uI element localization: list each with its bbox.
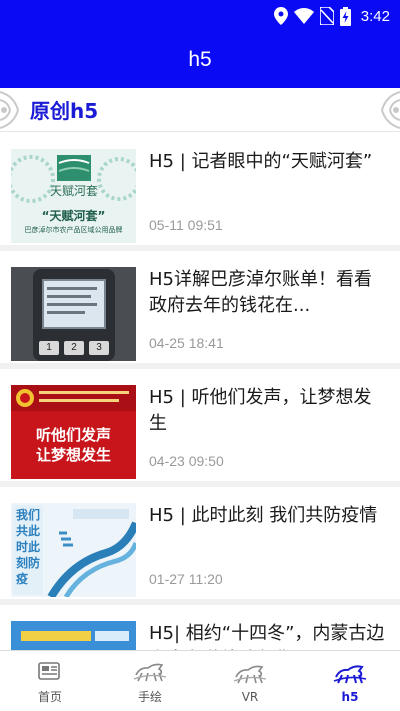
nav-vr[interactable]: VR xyxy=(200,651,300,711)
horse-icon xyxy=(332,659,368,687)
horse-icon xyxy=(132,657,168,685)
article-item[interactable]: 我们共此时此刻防疫 H5 | 此时此刻 我们共防疫情 01-27 11:20 xyxy=(0,487,400,599)
keypad-key: 2 xyxy=(64,341,84,355)
nav-home[interactable]: 首页 xyxy=(0,651,100,711)
nav-handdrawn[interactable]: 手绘 xyxy=(100,651,200,711)
section-title: 原创h5 xyxy=(30,99,99,123)
thumbnail-caption: 巴彦淖尔市农产品区域公用品牌 xyxy=(24,226,123,234)
keypad-key: 3 xyxy=(89,341,109,355)
ornament-right-icon xyxy=(380,91,400,129)
nav-label: h5 xyxy=(341,689,359,704)
article-date: 04-25 18:41 xyxy=(149,335,224,351)
nav-h5[interactable]: h5 xyxy=(300,651,400,711)
article-item[interactable]: H5| 相约“十四冬”，内蒙古边上多条游线路但你... xyxy=(0,605,400,650)
nav-label: 手绘 xyxy=(137,690,162,704)
section-header: 原创h5 xyxy=(0,88,400,132)
article-thumbnail: 听他们发声 让梦想发生 xyxy=(11,385,136,479)
article-thumbnail: 我们共此时此刻防疫 xyxy=(11,503,136,597)
no-sim-icon xyxy=(319,7,334,25)
article-title: H5详解巴彦淖尔账单！看看政府去年的钱花在... xyxy=(149,269,372,316)
ornament-left-icon xyxy=(0,91,20,129)
article-title: H5| 相约“十四冬”，内蒙古边上多条游线路但你... xyxy=(149,623,385,650)
article-item[interactable]: 1 2 3 H5详解巴彦淖尔账单！看看政府去年的钱花在... 04-25 18:… xyxy=(0,251,400,363)
article-date: 01-27 11:20 xyxy=(149,571,223,587)
svg-text:天赋河套: 天赋河套 xyxy=(50,184,98,198)
location-icon xyxy=(273,7,288,25)
wifi-icon xyxy=(293,8,314,24)
status-bar: 3:42 xyxy=(0,0,400,32)
article-title: H5 | 记者眼中的“天赋河套” xyxy=(149,151,373,172)
bottom-navigation: 首页 手绘 VR h5 xyxy=(0,650,400,711)
app-bar-title: h5 xyxy=(188,48,212,71)
article-list: 天赋河套 “天赋河套” 巴彦淖尔市农产品区域公用品牌 H5 | 记者眼中的“天赋… xyxy=(0,133,400,650)
article-thumbnail: 1 2 3 xyxy=(11,267,136,361)
article-date: 05-11 09:51 xyxy=(149,217,223,233)
thumbnail-text: “天赋河套” xyxy=(41,209,106,223)
thumbnail-text: 我们共此时此刻防疫 xyxy=(16,508,41,586)
emblem-icon xyxy=(16,389,34,407)
article-thumbnail xyxy=(11,621,136,650)
nav-label: 首页 xyxy=(37,690,62,704)
news-icon xyxy=(38,657,62,685)
keypad-key: 1 xyxy=(39,341,59,355)
article-thumbnail: 天赋河套 “天赋河套” 巴彦淖尔市农产品区域公用品牌 xyxy=(11,149,136,243)
article-date: 04-23 09:50 xyxy=(149,453,224,469)
app-bar: h5 xyxy=(0,32,400,88)
article-title: H5 | 此时此刻 我们共防疫情 xyxy=(149,505,378,526)
nav-label: VR xyxy=(241,689,259,704)
article-title: H5 | 听他们发声，让梦想发生 xyxy=(149,387,372,434)
battery-charging-icon xyxy=(339,6,351,26)
article-item[interactable]: 听他们发声 让梦想发生 H5 | 听他们发声，让梦想发生 04-23 09:50 xyxy=(0,369,400,481)
article-item[interactable]: 天赋河套 “天赋河套” 巴彦淖尔市农产品区域公用品牌 H5 | 记者眼中的“天赋… xyxy=(0,133,400,245)
horse-icon xyxy=(232,659,268,687)
status-time: 3:42 xyxy=(360,7,390,25)
thumbnail-text: 听他们发声 让梦想发生 xyxy=(35,426,111,464)
